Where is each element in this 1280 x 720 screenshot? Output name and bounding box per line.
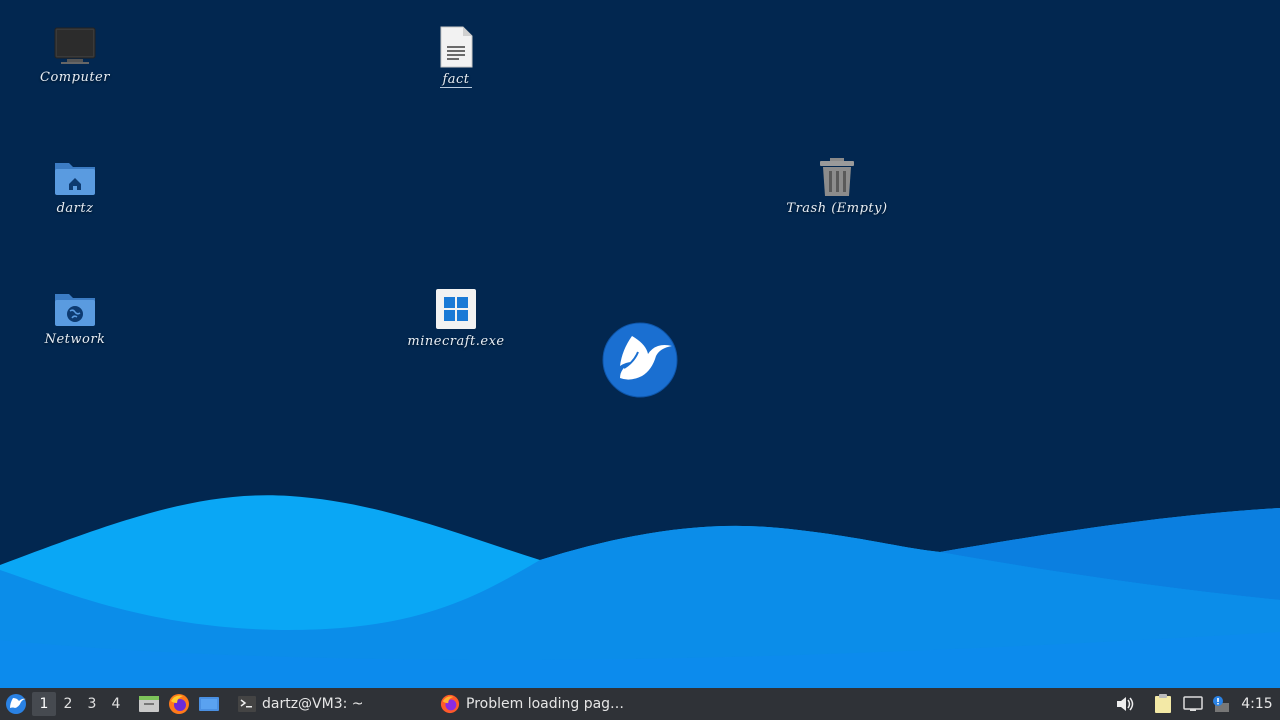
files-icon bbox=[139, 696, 159, 712]
volume-button[interactable] bbox=[1110, 688, 1140, 720]
text-file-icon bbox=[440, 26, 473, 68]
desktop-icon-minecraft-exe[interactable]: minecraft.exe bbox=[386, 288, 526, 349]
show-desktop-icon bbox=[199, 697, 219, 711]
terminal-icon bbox=[238, 696, 256, 712]
desktop-icon-label: Network bbox=[44, 332, 106, 347]
clipboard-icon bbox=[1155, 694, 1171, 713]
firefox-icon bbox=[440, 694, 460, 714]
firefox-icon bbox=[169, 694, 189, 714]
desktop-icon-label: dartz bbox=[56, 201, 94, 216]
menu-logo-icon bbox=[6, 694, 26, 714]
update-icon bbox=[1213, 696, 1229, 712]
volume-icon bbox=[1117, 697, 1134, 711]
desktop-icon-network[interactable]: Network bbox=[5, 288, 145, 347]
desktop-icon-computer[interactable]: Computer bbox=[5, 26, 145, 85]
taskbar: 1 2 3 4 dartz@VM3: ~ Problem loading pag… bbox=[0, 688, 1280, 720]
desktop-icon-home[interactable]: dartz bbox=[5, 157, 145, 216]
task-label: dartz@VM3: ~ bbox=[262, 696, 364, 712]
clock[interactable]: 4:15 bbox=[1234, 688, 1280, 720]
computer-icon bbox=[54, 27, 96, 64]
network-icon bbox=[1183, 696, 1203, 711]
file-manager-launcher[interactable] bbox=[134, 688, 164, 720]
workspace-2[interactable]: 2 bbox=[56, 692, 80, 716]
firefox-launcher[interactable] bbox=[164, 688, 194, 720]
network-button[interactable] bbox=[1178, 688, 1208, 720]
desktop-icon-label: fact bbox=[440, 72, 472, 88]
desktop-icon-label: minecraft.exe bbox=[407, 334, 505, 349]
windows-executable-icon bbox=[436, 289, 476, 329]
desktop-icon-trash[interactable]: Trash (Empty) bbox=[767, 157, 907, 216]
clipboard-button[interactable] bbox=[1148, 688, 1178, 720]
task-terminal[interactable]: dartz@VM3: ~ bbox=[232, 688, 424, 720]
desktop-icon-label: Trash (Empty) bbox=[786, 201, 888, 216]
update-manager-button[interactable] bbox=[1208, 688, 1234, 720]
task-label: Problem loading pag… bbox=[466, 696, 625, 712]
home-folder-icon bbox=[55, 163, 95, 195]
start-menu-button[interactable] bbox=[0, 688, 32, 720]
workspace-4[interactable]: 4 bbox=[104, 692, 128, 716]
network-folder-icon bbox=[55, 294, 95, 326]
trash-icon bbox=[820, 158, 854, 196]
workspace-3[interactable]: 3 bbox=[80, 692, 104, 716]
workspace-1[interactable]: 1 bbox=[32, 692, 56, 716]
show-desktop-launcher[interactable] bbox=[194, 688, 224, 720]
desktop-icon-fact[interactable]: fact bbox=[386, 26, 526, 88]
desktop-icon-label: Computer bbox=[40, 70, 110, 85]
hummingbird-logo-icon bbox=[602, 322, 678, 398]
task-firefox[interactable]: Problem loading pag… bbox=[434, 688, 646, 720]
